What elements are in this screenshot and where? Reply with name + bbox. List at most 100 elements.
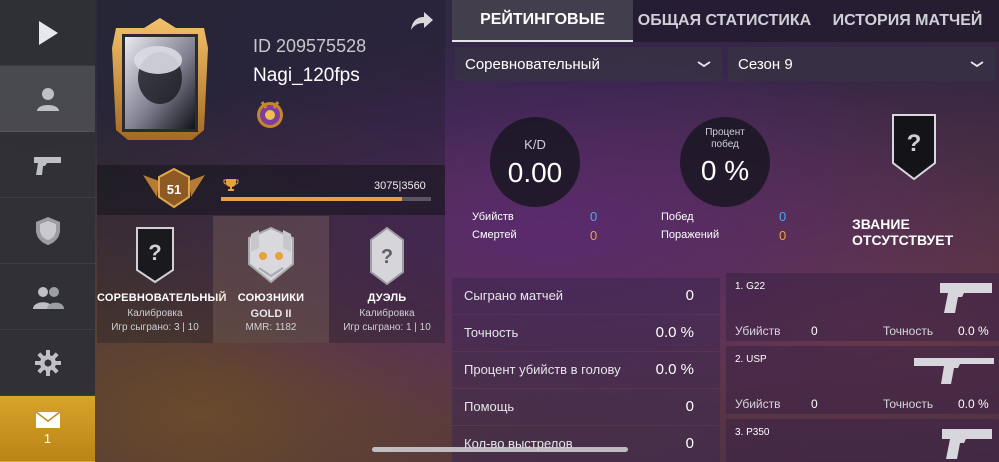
stat-label: Процент убийств в голову [464,362,621,377]
wins-label: Побед [661,211,694,223]
stat-label: Точность [464,325,519,340]
losses-label: Поражений [661,229,720,241]
kd-value: 0.00 [507,157,563,188]
player-name: Nagi_120fps [253,65,360,86]
player-id: ID 209575528 [253,36,367,56]
sidebar-item-weapons[interactable] [0,132,95,198]
weapon-name: 2. USP [735,354,767,365]
mode-title: СОЮЗНИКИ [237,292,305,304]
svg-text:?: ? [907,130,922,157]
sidebar-item-profile[interactable] [0,66,95,132]
clan-shield-icon [35,216,60,245]
season-select[interactable]: Сезон 9 [728,47,995,81]
mode-select[interactable]: Соревновательный [455,47,722,81]
no-rank-text: ЗВАНИЕ ОТСУТСТВУЕТ [852,216,954,248]
stat-label: Сыграно матчей [464,288,564,303]
kills-value: 0 [811,324,818,338]
stat-row: Помощь 0 [452,389,720,425]
stat-value: 0 [685,435,694,452]
winrate-label: Процент побед [680,127,770,151]
chevron-down-icon [970,61,984,68]
mail-button[interactable]: 1 [0,396,95,462]
stat-label: Помощь [464,399,515,414]
accuracy-value: 0.0 % [958,324,989,338]
xp-progress-bar [221,197,431,201]
winrate-value: 0 % [700,155,750,186]
kd-circle: K/D 0.00 [490,117,580,207]
accuracy-value: 0.0 % [958,397,989,411]
stat-value: 0.0 % [655,361,694,378]
sidebar-item-friends[interactable] [0,264,95,330]
weapon-card[interactable]: 1. G22 Убийств 0 Точность 0.0 % [726,273,999,341]
play-button[interactable] [0,0,95,66]
level-number: 51 [166,182,182,197]
silenced-pistol-icon [914,358,994,384]
weapon-card[interactable]: 2. USP Убийств 0 Точность 0.0 % [726,346,999,414]
mode-subtitle: GOLD II [250,308,292,320]
xp-progress-fill [221,197,403,201]
duel-rank-icon: ? [370,226,404,286]
tab-general-stats[interactable]: ОБЩАЯ СТАТИСТИКА [633,0,816,42]
kills-label: Убийств [735,324,781,338]
chevron-down-icon [697,61,711,68]
kills-value: 0 [590,209,598,224]
mode-card-competitive[interactable]: ? СОРЕВНОВАТЕЛЬНЫЙ Калибровка Игр сыгран… [97,216,227,343]
stat-row: Процент убийств в голову 0.0 % [452,352,720,388]
mode-title: ДУЭЛЬ [367,292,407,304]
sidebar: 1 [0,0,95,462]
mode-select-value: Соревновательный [465,55,600,73]
svg-text:?: ? [381,246,393,268]
profile-panel: ID 209575528 Nagi_120fps 51 3075|3560 ? … [97,0,445,343]
play-icon [38,20,58,45]
mode-subtitle: Калибровка [127,308,183,319]
avatar[interactable] [112,18,208,140]
mode-stat: Игр сыграно: 3 | 10 [111,322,199,333]
share-button[interactable] [410,11,434,31]
winrate-circle: Процент побед 0 % [680,117,770,207]
gear-icon [34,349,61,376]
mode-card-duel[interactable]: ? ДУЭЛЬ Калибровка Игр сыграно: 1 | 10 [329,216,445,343]
stat-row: Кол-во выстрелов 0 [452,426,720,462]
mode-card-allies[interactable]: СОЮЗНИКИ GOLD II MMR: 1182 [213,216,329,343]
stat-value: 0 [685,398,694,415]
mode-stat: MMR: 1182 [245,322,297,333]
xp-text: 3075|3560 [374,180,426,192]
mode-stat: Игр сыграно: 1 | 10 [343,322,431,333]
mode-title: СОРЕВНОВАТЕЛЬНЫЙ [97,292,227,304]
svg-text:?: ? [148,240,161,265]
tab-ranked[interactable]: РЕЙТИНГОВЫЕ [452,0,633,42]
tab-bar: РЕЙТИНГОВЫЕ ОБЩАЯ СТАТИСТИКА ИСТОРИЯ МАТ… [452,0,999,42]
trophy-icon [223,179,239,191]
accuracy-label: Точность [883,397,934,411]
settings-button[interactable] [0,330,95,396]
mode-subtitle: Калибровка [359,308,415,319]
deaths-label: Смертей [472,229,517,241]
kills-label: Убийств [472,211,514,223]
deaths-value: 0 [590,228,598,243]
stat-row: Сыграно матчей 0 [452,278,720,314]
kills-label: Убийств [735,397,781,411]
pistol-icon [33,156,61,175]
pistol-icon [940,283,992,313]
kd-label: K/D [524,137,546,152]
achievement-badge-icon[interactable] [256,98,284,130]
share-icon [411,12,433,30]
kills-value: 0 [811,397,818,411]
losses-value: 0 [779,228,787,243]
weapon-card[interactable]: 3. P350 [726,419,999,462]
weapon-name: 3. P350 [735,427,770,438]
season-select-value: Сезон 9 [738,55,793,73]
winrate-label-line1: Процент [705,127,745,138]
accuracy-label: Точность [883,324,934,338]
weapon-name: 1. G22 [735,281,766,292]
tab-match-history[interactable]: ИСТОРИЯ МАТЧЕЙ [816,0,999,42]
mail-icon [35,411,60,428]
profile-icon [36,87,59,111]
sidebar-item-clan[interactable] [0,198,95,264]
pistol-icon [942,429,992,459]
stat-row: Точность 0.0 % [452,315,720,351]
home-indicator[interactable] [372,447,628,452]
friends-icon [32,286,64,309]
mail-count-badge: 1 [43,431,52,446]
rank-unknown-icon: ? [892,114,936,181]
